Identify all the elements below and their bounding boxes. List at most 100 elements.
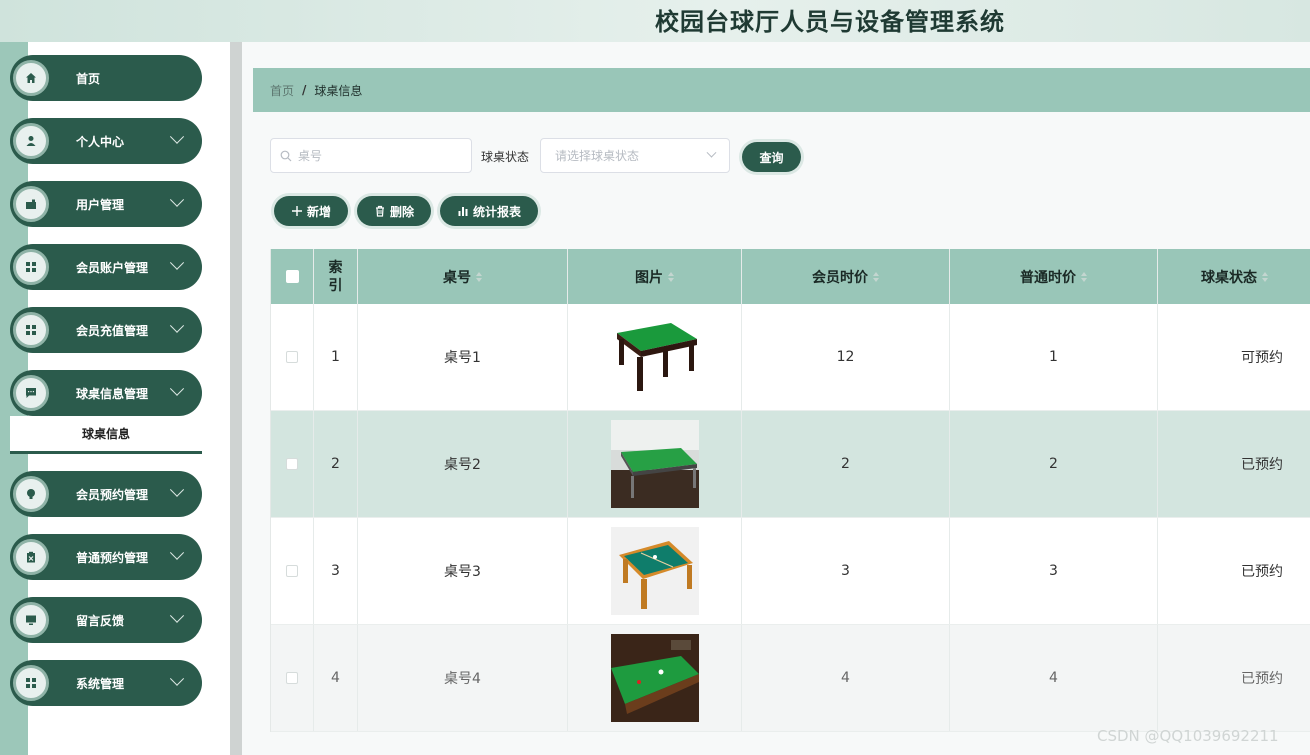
- sidebar-item-personal-center[interactable]: 个人中心: [10, 118, 202, 164]
- table-no-cell: 桌号2: [358, 411, 568, 517]
- sort-icon[interactable]: [873, 271, 879, 282]
- column-header-label: 普通时价: [1020, 269, 1076, 286]
- breadcrumb-home[interactable]: 首页: [270, 82, 294, 99]
- row-checkbox[interactable]: [286, 351, 298, 363]
- table-no-search[interactable]: [270, 138, 472, 173]
- bulb-icon: [13, 476, 49, 512]
- main-content: 首页 / 球桌信息 球桌状态 请选择球桌状态 查询 新增 删除 统计报表 索引 …: [242, 42, 1310, 755]
- chevron-down-icon: [169, 482, 185, 497]
- grid-icon: [13, 312, 49, 348]
- status-select[interactable]: 请选择球桌状态: [540, 138, 730, 173]
- report-button-label: 统计报表: [472, 204, 521, 219]
- column-header-member-price[interactable]: 会员时价: [742, 249, 950, 304]
- chevron-down-icon: [169, 671, 185, 686]
- column-header-status[interactable]: 球桌状态: [1158, 249, 1310, 304]
- add-button-label: 新增: [306, 204, 331, 219]
- query-button-label: 查询: [759, 150, 784, 165]
- watermark: CSDN @QQ1039692211: [1097, 727, 1279, 745]
- chevron-down-icon: [169, 381, 185, 396]
- table-image[interactable]: [611, 313, 699, 401]
- table-no-cell: 桌号1: [358, 304, 568, 410]
- sort-icon[interactable]: [668, 271, 674, 282]
- index-cell: 4: [314, 625, 358, 731]
- sidebar-item-feedback[interactable]: 留言反馈: [10, 597, 202, 643]
- table-row[interactable]: 1 桌号1 12 1 可预约: [271, 304, 1310, 411]
- table-image[interactable]: [610, 527, 699, 615]
- member-price-cell: 2: [742, 411, 950, 517]
- briefcase-icon: [13, 186, 49, 222]
- sidebar-scrollbar[interactable]: [230, 42, 242, 755]
- row-checkbox[interactable]: [286, 565, 298, 577]
- row-checkbox[interactable]: [286, 672, 298, 684]
- table-no-input[interactable]: [298, 148, 458, 163]
- sidebar-item-normal-booking[interactable]: 普通预约管理: [10, 534, 202, 580]
- sidebar-item-label: 用户管理: [76, 197, 125, 212]
- sidebar-item-member-account[interactable]: 会员账户管理: [10, 244, 202, 290]
- column-header-image[interactable]: 图片: [568, 249, 742, 304]
- column-header-label: 球桌状态: [1201, 269, 1257, 286]
- breadcrumb-separator: /: [302, 83, 307, 97]
- table-header: 索引 桌号 图片 会员时价 普通时价 球桌状态: [271, 249, 1310, 304]
- column-header-label: 会员时价: [812, 269, 868, 286]
- sidebar-item-label: 留言反馈: [76, 613, 125, 628]
- sort-icon[interactable]: [476, 271, 482, 282]
- sidebar-item-label: 球桌信息管理: [76, 386, 149, 401]
- table-row[interactable]: 4 桌号4 4 4 已预约: [271, 625, 1310, 732]
- member-price-cell: 4: [742, 625, 950, 731]
- table-row[interactable]: 2 桌号2 2 2 已预约: [271, 411, 1310, 518]
- row-checkbox[interactable]: [286, 458, 298, 470]
- bar-chart-icon: [458, 207, 468, 216]
- user-icon: [13, 123, 49, 159]
- sort-icon[interactable]: [1262, 271, 1268, 282]
- table-no-cell: 桌号4: [358, 625, 568, 731]
- sidebar-item-label: 会员充值管理: [76, 323, 149, 338]
- status-cell: 已预约: [1241, 671, 1283, 687]
- sidebar-item-home[interactable]: 首页: [10, 55, 202, 101]
- chevron-down-icon: [169, 318, 185, 333]
- status-filter-label: 球桌状态: [481, 150, 530, 164]
- sidebar-item-user-management[interactable]: 用户管理: [10, 181, 202, 227]
- normal-price-cell: 2: [950, 411, 1158, 517]
- breadcrumb-current: 球桌信息: [314, 83, 363, 98]
- table-row[interactable]: 3 桌号3 3 3 已预约: [271, 518, 1310, 625]
- delete-button[interactable]: 删除: [357, 196, 431, 226]
- grid-icon: [13, 665, 49, 701]
- status-select-placeholder: 请选择球桌状态: [555, 149, 640, 163]
- add-button[interactable]: 新增: [274, 196, 348, 226]
- sidebar-item-member-booking[interactable]: 会员预约管理: [10, 471, 202, 517]
- sidebar-item-member-recharge[interactable]: 会员充值管理: [10, 307, 202, 353]
- query-button[interactable]: 查询: [742, 142, 801, 172]
- row-select-cell: [271, 518, 314, 624]
- row-select-cell: [271, 411, 314, 517]
- sidebar-item-table-info[interactable]: 球桌信息管理: [10, 370, 202, 416]
- sidebar-subitem-table-info[interactable]: 球桌信息: [10, 416, 202, 454]
- sidebar-item-label: 系统管理: [76, 676, 125, 691]
- sidebar-item-label: 普通预约管理: [76, 550, 149, 565]
- chevron-down-icon: [169, 545, 185, 560]
- table-image[interactable]: [610, 420, 699, 508]
- index-cell: 3: [314, 518, 358, 624]
- select-all-cell: [271, 249, 314, 304]
- delete-button-label: 删除: [389, 204, 414, 219]
- status-cell: 已预约: [1241, 564, 1283, 580]
- column-header-table-no[interactable]: 桌号: [358, 249, 568, 304]
- image-cell: [568, 411, 742, 517]
- sort-icon[interactable]: [1081, 271, 1087, 282]
- column-header-label: 图片: [635, 269, 663, 286]
- table-image[interactable]: [610, 634, 699, 722]
- normal-price-cell: 3: [950, 518, 1158, 624]
- select-all-checkbox[interactable]: [285, 270, 299, 283]
- normal-price-cell: 1: [950, 304, 1158, 410]
- app-title: 校园台球厅人员与设备管理系统: [655, 8, 1005, 36]
- sidebar-item-label: 会员预约管理: [76, 487, 149, 502]
- status-cell: 已预约: [1241, 457, 1283, 473]
- member-price-cell: 3: [742, 518, 950, 624]
- row-select-cell: [271, 304, 314, 410]
- table-list: 索引 桌号 图片 会员时价 普通时价 球桌状态 1 桌号1 12 1 可预约 2…: [270, 249, 1310, 732]
- breadcrumb: 首页 / 球桌信息: [253, 68, 1310, 112]
- chevron-down-icon: [169, 192, 185, 207]
- index-cell: 1: [314, 304, 358, 410]
- column-header-normal-price[interactable]: 普通时价: [950, 249, 1158, 304]
- sidebar-item-system[interactable]: 系统管理: [10, 660, 202, 706]
- report-button[interactable]: 统计报表: [440, 196, 538, 226]
